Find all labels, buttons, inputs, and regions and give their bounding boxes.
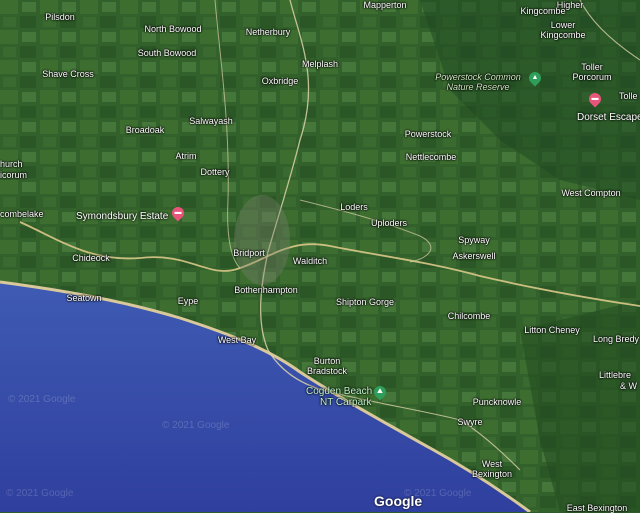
place-shave-cross: Shave Cross [42, 69, 94, 79]
place-chideock: Chideock [72, 253, 110, 263]
place-porcorum: Porcorum [572, 72, 612, 82]
place-melplash: Melplash [301, 59, 339, 69]
place-bradstock: Bradstock [306, 366, 348, 376]
place-toller: Toller [581, 62, 603, 72]
hotel-icon[interactable]: ▬ [586, 90, 604, 108]
place-lower: Lower [550, 20, 576, 30]
park-icon[interactable]: ⛰ [371, 383, 389, 401]
place-salwayash: Salwayash [189, 116, 233, 126]
place-swyre: Swyre [457, 417, 483, 427]
place-west-bay: West Bay [217, 335, 257, 345]
place-walditch: Walditch [292, 256, 328, 266]
place-netherbury: Netherbury [245, 27, 291, 37]
place-seatown: Seatown [66, 293, 102, 303]
place-litton-cheney: Litton Cheney [524, 325, 580, 335]
hotel-icon[interactable]: ▬ [169, 204, 187, 222]
place-littlebre: Littlebre [599, 370, 632, 380]
google-logo[interactable]: Google [374, 493, 422, 509]
place-south-bowood: South Bowood [137, 48, 197, 58]
place-bridport: Bridport [233, 248, 265, 258]
place-lower-kingcombe: Kingcombe [540, 30, 586, 40]
place-long-bredy: Long Bredy [592, 334, 640, 344]
place-nettlecombe: Nettlecombe [405, 152, 457, 162]
place-west-compton: West Compton [561, 188, 621, 198]
place-north-bowood: North Bowood [144, 24, 202, 34]
place-dottery: Dottery [200, 167, 230, 177]
place-bothenhampton: Bothenhampton [234, 285, 298, 295]
place-chilcombe: Chilcombe [447, 311, 491, 321]
copyright-watermark: © 2021 Google [8, 394, 76, 405]
place-combelake: combelake [0, 209, 44, 219]
place-mapperton: Mapperton [363, 0, 407, 10]
poi-symondsbury-estate[interactable]: Symondsbury Estate [76, 211, 168, 222]
park-powerstock-common[interactable]: Powerstock Common Nature Reserve [435, 72, 521, 92]
park-line1: Powerstock Common [435, 72, 521, 82]
copyright-watermark: © 2021 Google [6, 488, 74, 499]
place-atrim: Atrim [175, 151, 197, 161]
park-line2: Nature Reserve [446, 82, 510, 92]
place-eype: Eype [177, 296, 199, 306]
copyright-watermark: © 2021 Google [162, 420, 230, 431]
poi-nt-carpark[interactable]: NT Carpark [320, 397, 372, 408]
place-kingcombe: Kingcombe [520, 6, 566, 16]
place-loders: Loders [340, 202, 368, 212]
place-icorum: icorum [0, 170, 28, 180]
town-bridport [234, 195, 290, 285]
place-broadoak: Broadoak [125, 125, 165, 135]
place-tolle: Tolle [619, 91, 638, 101]
place-oxbridge: Oxbridge [261, 76, 299, 86]
place-powerstock: Powerstock [404, 129, 452, 139]
place-bexington: Bexington [471, 469, 513, 479]
place-burton: Burton [313, 356, 341, 366]
poi-cogden-beach[interactable]: Cogden Beach [306, 386, 372, 397]
place-shipton-gorge: Shipton Gorge [335, 297, 395, 307]
place-west: West [481, 459, 503, 469]
place-askerswell: Askerswell [452, 251, 496, 261]
tree-icon[interactable]: ▲ [526, 69, 544, 87]
poi-dorset-escape[interactable]: Dorset Escape [577, 112, 640, 123]
place-amp-w: & W [620, 381, 637, 391]
place-uploders: Uploders [370, 218, 408, 228]
place-church: hurch [0, 159, 23, 169]
place-pilsdon: Pilsdon [45, 12, 75, 22]
place-spyway: Spyway [458, 235, 490, 245]
place-puncknowle: Puncknowle [472, 397, 522, 407]
